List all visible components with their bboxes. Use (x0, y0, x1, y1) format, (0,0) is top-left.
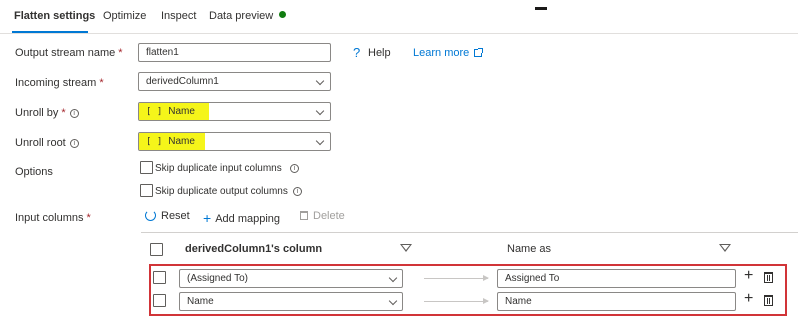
skip-duplicate-input-label: Skip duplicate input columns (155, 163, 282, 174)
info-icon[interactable]: i (69, 139, 79, 148)
mapping-arrow-icon (424, 298, 489, 304)
array-icon: [ ] (146, 107, 163, 117)
output-stream-name-text: Output stream name (15, 47, 116, 59)
unroll-root-label: Unroll root i (15, 137, 79, 149)
info-icon[interactable]: i (293, 187, 302, 196)
input-columns-label: Input columns * (15, 212, 91, 224)
unroll-by-value-wrap: [ ] Name (146, 106, 195, 117)
required-marker: * (86, 212, 91, 224)
required-marker: * (118, 47, 123, 59)
source-column-select[interactable]: (Assigned To) (179, 269, 403, 288)
mapping-arrow-icon (424, 275, 489, 281)
chevron-down-icon (388, 296, 398, 306)
output-stream-name-label: Output stream name * (15, 47, 123, 59)
active-tab-indicator (12, 31, 88, 33)
add-mapping-label: Add mapping (215, 213, 281, 225)
cursor-mark (535, 7, 547, 10)
array-icon: [ ] (146, 137, 163, 147)
learn-more-text: Learn more (413, 47, 470, 59)
tab-data-preview[interactable]: Data preview (209, 10, 287, 22)
filter-icon[interactable] (400, 244, 412, 252)
incoming-stream-label: Incoming stream * (15, 77, 104, 89)
skip-duplicate-input-checkbox[interactable] (140, 161, 153, 174)
add-row-icon[interactable]: + (744, 267, 753, 285)
row-checkbox[interactable] (153, 271, 166, 284)
chevron-down-icon (315, 136, 325, 146)
delete-icon (300, 211, 308, 220)
required-marker: * (99, 77, 104, 89)
help-link[interactable]: Help (368, 47, 391, 59)
reset-icon (145, 210, 156, 221)
row-checkbox[interactable] (153, 294, 166, 307)
unroll-root-select[interactable]: [ ] Name (138, 132, 331, 151)
chevron-down-icon (315, 106, 325, 116)
learn-more-link[interactable]: Learn more (413, 47, 484, 59)
plus-icon: + (203, 210, 212, 226)
filter-icon[interactable] (719, 244, 731, 252)
source-column-value: (Assigned To) (187, 273, 248, 284)
unroll-root-value-wrap: [ ] Name (146, 136, 195, 147)
source-column-select[interactable]: Name (179, 292, 403, 311)
options-label: Options (15, 166, 53, 178)
tab-inspect[interactable]: Inspect (161, 10, 196, 22)
chevron-down-icon (388, 273, 398, 283)
name-as-input[interactable]: Assigned To (497, 269, 736, 288)
source-column-value: Name (187, 296, 214, 307)
skip-duplicate-output-checkbox[interactable] (140, 184, 153, 197)
incoming-stream-select[interactable]: derivedColumn1 (138, 72, 331, 91)
required-marker: * (61, 107, 66, 119)
info-icon[interactable]: i (290, 164, 299, 173)
incoming-stream-text: Incoming stream (15, 77, 97, 89)
settings-tabs: Flatten settings Optimize Inspect Data p… (0, 0, 798, 34)
delete-row-icon[interactable] (764, 295, 773, 306)
unroll-by-value: Name (168, 106, 195, 117)
chevron-down-icon (315, 76, 325, 86)
skip-duplicate-output-label: Skip duplicate output columns (155, 186, 288, 197)
target-column-header: Name as (507, 243, 552, 255)
output-stream-name-input[interactable]: flatten1 (138, 43, 331, 62)
select-all-checkbox[interactable] (150, 243, 163, 256)
incoming-stream-value: derivedColumn1 (146, 76, 219, 87)
tab-flatten-settings[interactable]: Flatten settings (14, 10, 95, 22)
name-as-input[interactable]: Name (497, 292, 736, 311)
add-row-icon[interactable]: + (744, 290, 753, 308)
unroll-by-select[interactable]: [ ] Name (138, 102, 331, 121)
delete-row-icon[interactable] (764, 272, 773, 283)
input-columns-text: Input columns (15, 212, 84, 224)
reset-button[interactable]: Reset (145, 210, 190, 222)
add-mapping-button[interactable]: + Add mapping (203, 210, 280, 226)
status-dot-icon (279, 11, 287, 18)
tab-data-preview-label: Data preview (209, 10, 274, 22)
external-link-icon (474, 48, 484, 57)
help-icon[interactable]: ? (353, 45, 360, 60)
unroll-root-value: Name (168, 136, 195, 147)
reset-label: Reset (161, 210, 190, 222)
delete-label: Delete (313, 210, 345, 222)
tab-optimize[interactable]: Optimize (103, 10, 146, 22)
delete-button[interactable]: Delete (300, 210, 345, 222)
unroll-by-text: Unroll by (15, 107, 59, 119)
unroll-by-label: Unroll by * i (15, 107, 79, 119)
unroll-root-text: Unroll root (15, 137, 66, 149)
info-icon[interactable]: i (69, 109, 79, 118)
source-column-header: derivedColumn1's column (185, 243, 323, 255)
